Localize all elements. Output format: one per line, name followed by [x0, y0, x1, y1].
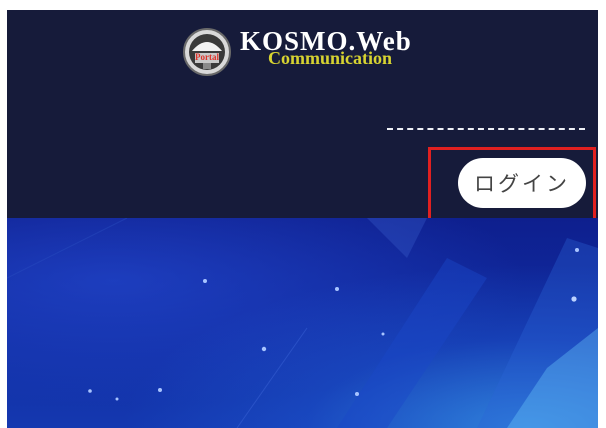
svg-text:Portal: Portal [195, 52, 219, 62]
logo-subtitle: Communication [268, 48, 393, 68]
logo-emblem-icon: Portal [183, 28, 231, 76]
browser-viewport: Portal KOSMO.Web Communication ログイン [7, 10, 598, 428]
site-header: Portal KOSMO.Web Communication ログイン [7, 10, 598, 226]
login-button[interactable]: ログイン [458, 158, 586, 208]
hero-decoration [7, 218, 598, 428]
header-divider [387, 128, 585, 130]
site-logo[interactable]: Portal KOSMO.Web Communication [182, 23, 442, 77]
hero-banner [7, 218, 598, 428]
